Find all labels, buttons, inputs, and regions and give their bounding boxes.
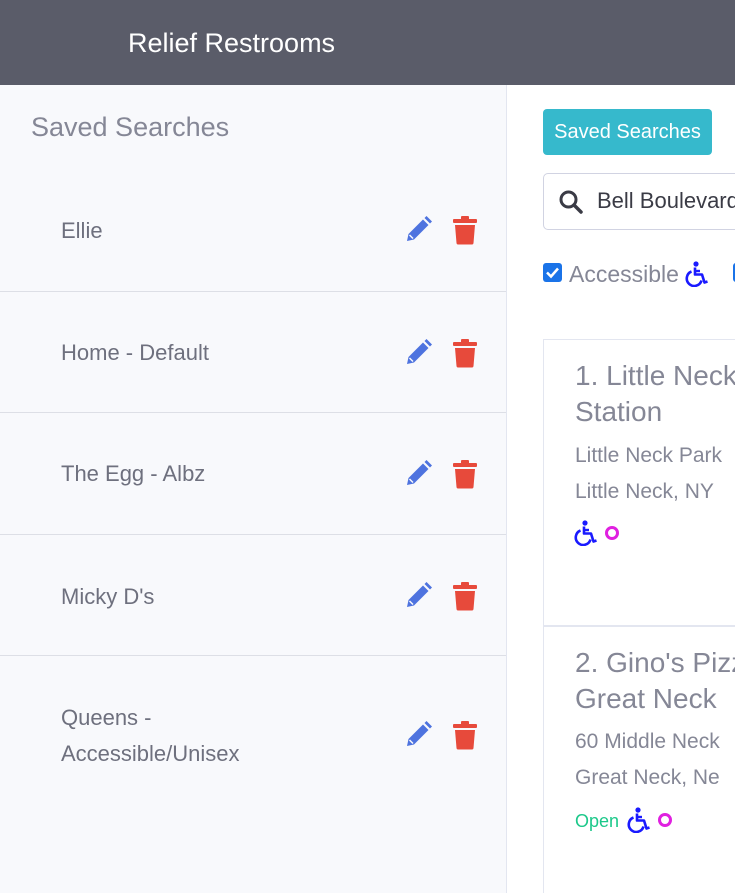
result-address-line1: Little Neck Park <box>575 444 723 467</box>
app-title[interactable]: Relief Restrooms <box>128 28 335 59</box>
wheelchair-icon <box>573 520 599 547</box>
open-status: Open <box>575 811 620 831</box>
edit-pencil-icon[interactable] <box>403 338 433 368</box>
edit-pencil-icon[interactable] <box>403 581 433 611</box>
result-card[interactable]: 1. Little Neck Station Little Neck Park … <box>543 339 735 626</box>
delete-trash-icon[interactable] <box>452 338 478 368</box>
delete-trash-icon[interactable] <box>452 459 478 489</box>
unisex-ring-icon <box>658 813 672 827</box>
saved-search-name[interactable]: Queens - Accessible/Unisex <box>61 700 240 772</box>
result-address-line2: Little Neck, NY <box>575 480 714 503</box>
edit-pencil-icon[interactable] <box>403 459 433 489</box>
main-content: Saved Searches Accessible 1. Little Neck… <box>507 85 735 893</box>
top-navbar: Relief Restrooms <box>0 0 735 85</box>
accessible-label[interactable]: Accessible <box>569 261 679 288</box>
sidebar-title: Saved Searches <box>31 112 230 142</box>
unisex-ring-icon <box>605 526 619 540</box>
result-address-line2: Great Neck, Ne <box>575 766 720 789</box>
result-card[interactable]: 2. Gino's Pizz Great Neck 60 Middle Neck… <box>543 626 735 893</box>
result-address-line1: 60 Middle Neck <box>575 730 720 753</box>
search-input[interactable] <box>597 186 735 216</box>
saved-searches-button[interactable]: Saved Searches <box>543 109 712 155</box>
saved-search-item[interactable]: Queens - Accessible/Unisex <box>0 656 506 893</box>
saved-search-item[interactable]: The Egg - Albz <box>0 413 506 535</box>
saved-searches-sidebar: Saved Searches Ellie Home - Default The … <box>0 85 507 893</box>
wheelchair-icon <box>684 261 710 288</box>
saved-search-name[interactable]: Home - Default <box>61 335 209 371</box>
result-title[interactable]: 1. Little Neck Station <box>575 358 735 430</box>
saved-search-item[interactable]: Ellie <box>0 170 506 292</box>
delete-trash-icon[interactable] <box>452 720 478 750</box>
wheelchair-icon <box>626 807 652 834</box>
saved-search-name[interactable]: Micky D's <box>61 579 154 615</box>
edit-pencil-icon[interactable] <box>403 720 433 750</box>
search-box[interactable] <box>543 173 735 230</box>
saved-search-item[interactable]: Home - Default <box>0 292 506 413</box>
edit-pencil-icon[interactable] <box>403 215 433 245</box>
search-icon <box>558 189 584 215</box>
delete-trash-icon[interactable] <box>452 581 478 611</box>
saved-search-name[interactable]: The Egg - Albz <box>61 456 205 492</box>
saved-search-item[interactable]: Micky D's <box>0 535 506 656</box>
result-title[interactable]: 2. Gino's Pizz Great Neck <box>575 645 735 717</box>
saved-search-name[interactable]: Ellie <box>61 213 103 249</box>
delete-trash-icon[interactable] <box>452 215 478 245</box>
accessible-checkbox[interactable] <box>543 263 562 282</box>
